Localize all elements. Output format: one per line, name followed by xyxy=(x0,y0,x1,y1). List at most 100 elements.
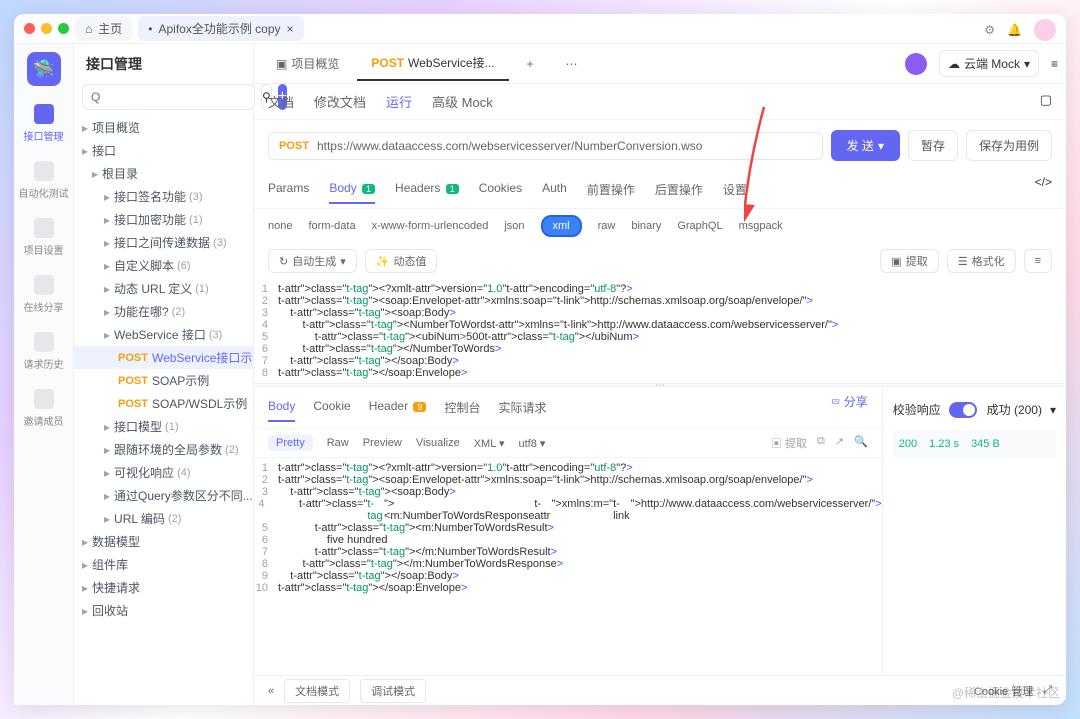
tree-row[interactable]: ▸可视化响应(4) xyxy=(74,461,253,484)
tree-row[interactable]: ▸接口模型(1) xyxy=(74,415,253,438)
subtab[interactable]: 高级 Mock xyxy=(432,92,493,111)
resp-tab[interactable]: 实际请求 xyxy=(498,393,546,422)
nav-settings[interactable]: 项目设置 xyxy=(24,218,64,257)
url-box[interactable]: POST https://www.dataaccess.com/webservi… xyxy=(268,132,823,160)
autogen-button[interactable]: ↻ 自动生成 ▾ xyxy=(268,249,357,273)
tree-row[interactable]: ▸快捷请求 xyxy=(74,576,253,599)
save-temp-button[interactable]: 暂存 xyxy=(908,130,958,161)
dynamic-button[interactable]: ✨ 动态值 xyxy=(365,249,438,273)
subtab[interactable]: 修改文档 xyxy=(314,92,366,111)
url-text[interactable]: https://www.dataaccess.com/webservicesse… xyxy=(317,139,702,153)
method-badge[interactable]: POST xyxy=(279,140,309,152)
body-type-none[interactable]: none xyxy=(268,220,292,232)
nav-share[interactable]: 在线分享 xyxy=(24,275,64,314)
avatar[interactable] xyxy=(1034,19,1056,41)
nav-invite[interactable]: 邀请成员 xyxy=(24,389,64,428)
more-icon[interactable]: ≡ xyxy=(1024,249,1052,273)
menu-icon[interactable]: ≡ xyxy=(1051,57,1058,71)
tree-row[interactable]: ▸根目录 xyxy=(74,162,253,185)
resp-tab[interactable]: Header 9 xyxy=(369,393,427,422)
tab-add[interactable]: + xyxy=(513,49,548,79)
resp-tab[interactable]: 控制台 xyxy=(444,393,480,422)
extract2[interactable]: ▣ 提取 xyxy=(771,435,807,451)
copy-icon[interactable]: ⧉ xyxy=(817,435,825,451)
param-tab[interactable]: 设置 xyxy=(723,175,747,204)
body-type-raw[interactable]: raw xyxy=(598,220,616,232)
resp-view[interactable]: Visualize xyxy=(416,437,460,449)
nav-autotest[interactable]: 自动化测试 xyxy=(19,161,69,200)
body-type-form-data[interactable]: form-data xyxy=(308,220,355,232)
tree-row[interactable]: POSTSOAP/WSDL示例 xyxy=(74,392,253,415)
tree-row[interactable]: ▸回收站 xyxy=(74,599,253,622)
tree-row[interactable]: ▸自定义脚本(6) xyxy=(74,254,253,277)
validate-toggle[interactable] xyxy=(949,402,977,418)
body-type-GraphQL[interactable]: GraphQL xyxy=(677,220,722,232)
resp-view[interactable]: Raw xyxy=(327,437,349,449)
body-type-binary[interactable]: binary xyxy=(631,220,661,232)
tree-row[interactable]: ▸接口签名功能(3) xyxy=(74,185,253,208)
tree-row[interactable]: ▸数据模型 xyxy=(74,530,253,553)
tree-row[interactable]: ▸功能在哪?(2) xyxy=(74,300,253,323)
open-icon[interactable]: ↗ xyxy=(835,435,844,451)
tree-row[interactable]: ▸WebService 接口(3) xyxy=(74,323,253,346)
subtab[interactable]: 运行 xyxy=(386,92,412,111)
env-indicator[interactable] xyxy=(905,53,927,75)
tree-row[interactable]: POSTWebService接口示例 xyxy=(74,346,253,369)
nav-api[interactable]: 接口管理 xyxy=(24,104,64,143)
body-type-x-www-form-urlencoded[interactable]: x-www-form-urlencoded xyxy=(372,220,489,232)
doc-mode-button[interactable]: 文档模式 xyxy=(284,679,350,703)
share-button[interactable]: ⮹ 分享 xyxy=(831,393,868,422)
response-editor[interactable]: 1t-attr">class="t-tag"><?xml t-attr">ver… xyxy=(254,458,882,598)
nav-history[interactable]: 请求历史 xyxy=(24,332,64,371)
bell-icon[interactable]: 🔔 xyxy=(1007,23,1022,37)
tab-active[interactable]: • Apifox全功能示例 copy × xyxy=(138,16,303,41)
param-tab[interactable]: Cookies xyxy=(479,175,522,204)
resp-view[interactable]: XML ▾ xyxy=(474,437,505,450)
param-tab[interactable]: 后置操作 xyxy=(655,175,703,204)
tree-row[interactable]: ▸组件库 xyxy=(74,553,253,576)
code-icon[interactable]: </> xyxy=(1035,175,1052,204)
param-tab[interactable]: Params xyxy=(268,175,309,204)
tab-overview[interactable]: ▣ 项目概览 xyxy=(262,47,353,80)
tab-more[interactable]: ⋯ xyxy=(552,49,592,79)
tree-row[interactable]: ▸通过Query参数区分不同...(1) xyxy=(74,484,253,507)
param-tab[interactable]: Body 1 xyxy=(329,175,375,204)
param-tab[interactable]: Auth xyxy=(542,175,567,204)
resp-tab[interactable]: Body xyxy=(268,393,295,422)
tree-row[interactable]: ▸接口之间传递数据(3) xyxy=(74,231,253,254)
body-type-xml[interactable]: xml xyxy=(541,215,582,237)
tree-row[interactable]: ▸接口 xyxy=(74,139,253,162)
param-tab[interactable]: 前置操作 xyxy=(587,175,635,204)
max-dot[interactable] xyxy=(58,23,69,34)
tree-row[interactable]: ▸跟随环境的全局参数(2) xyxy=(74,438,253,461)
search-input[interactable] xyxy=(82,84,255,110)
resp-view[interactable]: Preview xyxy=(363,437,402,449)
mock-select[interactable]: ☁ 云端 Mock ▾ xyxy=(939,50,1039,77)
close-icon[interactable]: × xyxy=(287,22,294,36)
subtab[interactable]: 文档 xyxy=(268,92,294,111)
format-button[interactable]: ☰ 格式化 xyxy=(947,249,1016,273)
tab-request[interactable]: POST WebService接... xyxy=(357,46,508,81)
tree-row[interactable]: ▸动态 URL 定义(1) xyxy=(74,277,253,300)
resp-tab[interactable]: Cookie xyxy=(313,393,350,422)
param-tab[interactable]: Headers 1 xyxy=(395,175,459,204)
tree-row[interactable]: ▸项目概览 xyxy=(74,116,253,139)
search-icon[interactable]: 🔍 xyxy=(854,435,868,451)
min-dot[interactable] xyxy=(41,23,52,34)
panel-icon[interactable]: ▢ xyxy=(1040,92,1052,111)
tree-row[interactable]: POSTSOAP示例 xyxy=(74,369,253,392)
resp-view[interactable]: utf8 ▾ xyxy=(519,437,546,450)
app-logo[interactable]: 🛸 xyxy=(27,52,61,86)
request-editor[interactable]: 1t-attr">class="t-tag"><?xml t-attr">ver… xyxy=(254,279,1066,383)
tree-row[interactable]: ▸URL 编码(2) xyxy=(74,507,253,530)
collapse-icon[interactable]: « xyxy=(268,685,274,697)
send-button[interactable]: 发 送 ▾ xyxy=(831,130,900,161)
body-type-msgpack[interactable]: msgpack xyxy=(739,220,783,232)
tab-home[interactable]: ⌂ 主页 xyxy=(75,16,132,41)
close-dot[interactable] xyxy=(24,23,35,34)
extract-button[interactable]: ▣ 提取 xyxy=(880,249,938,273)
save-as-button[interactable]: 保存为用例 xyxy=(966,130,1052,161)
debug-mode-button[interactable]: 调试模式 xyxy=(360,679,426,703)
chevron-down-icon[interactable]: ▾ xyxy=(1050,403,1056,417)
tree-row[interactable]: ▸接口加密功能(1) xyxy=(74,208,253,231)
